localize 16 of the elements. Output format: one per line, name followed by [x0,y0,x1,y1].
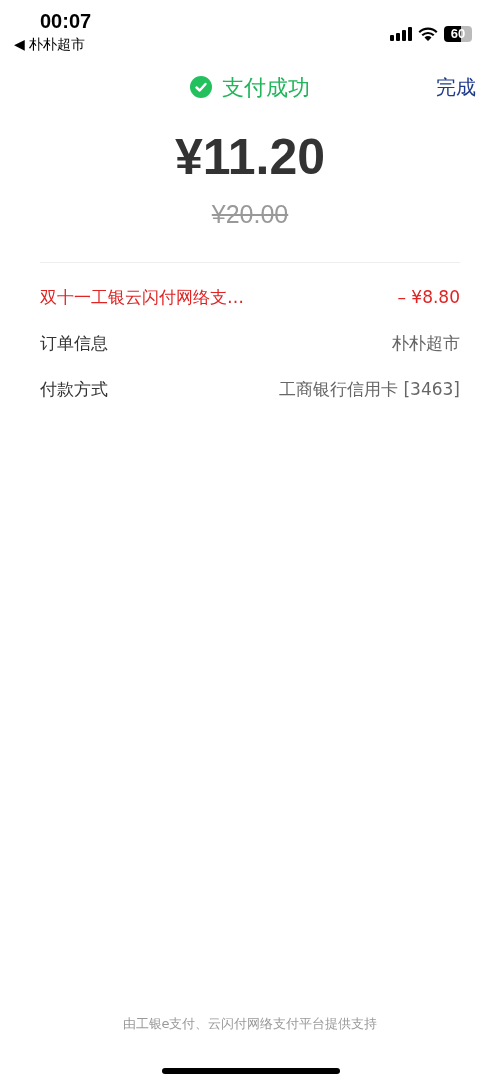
done-button[interactable]: 完成 [436,72,476,102]
check-icon [190,76,212,98]
discount-amount: – ¥8.80 [397,286,460,310]
original-amount: ¥20.00 [211,199,289,230]
wifi-icon [418,27,438,41]
page-title: 支付成功 [222,73,310,102]
paid-amount: ¥11.20 [174,128,326,187]
discount-label: 双十一工银云闪付网络支… [40,286,244,310]
back-to-app-link[interactable]: ◀ 朴朴超市 [14,34,92,54]
status-time: 00:07 [40,9,92,34]
info-label: 订单信息 [40,332,108,356]
info-value: 工商银行信用卡 [3463] [279,378,460,402]
footer-note: 由工银e支付、云闪付网络支付平台提供支持 [121,1014,379,1033]
info-value: 朴朴超市 [392,332,460,356]
signal-icon [390,27,412,41]
info-label: 付款方式 [40,378,108,402]
